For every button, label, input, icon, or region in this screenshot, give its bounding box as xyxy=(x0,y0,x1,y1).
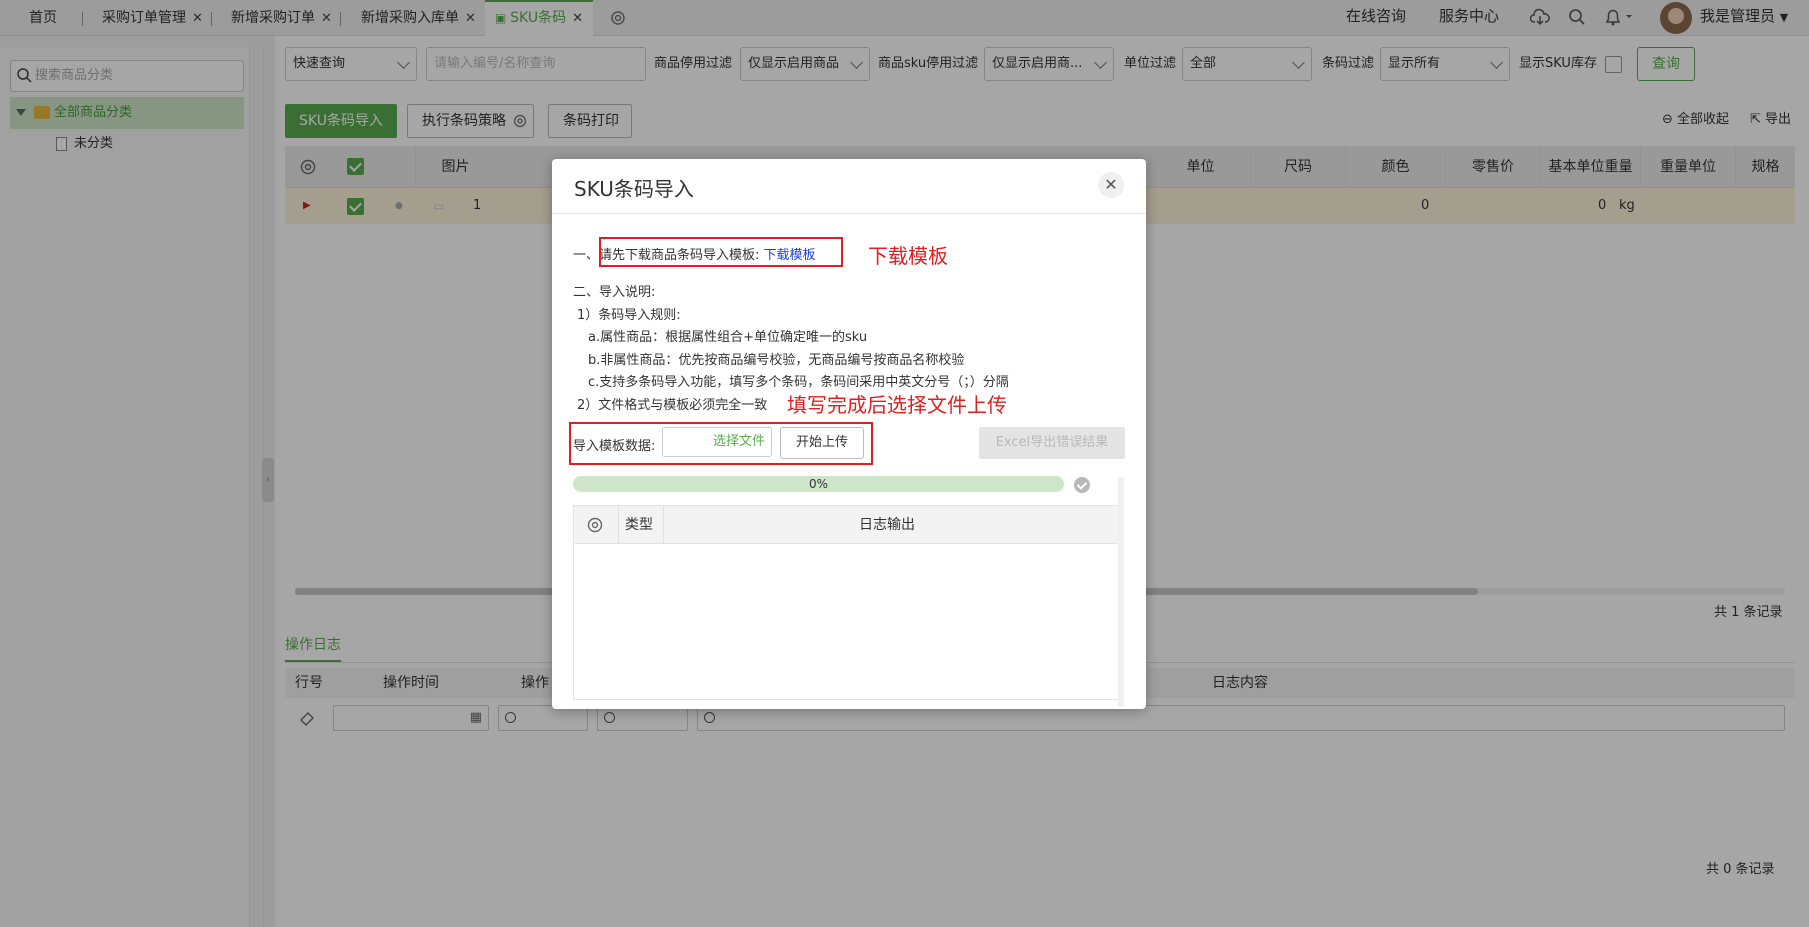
annotation-box-download xyxy=(599,237,843,267)
upload-progress-bar: 0% xyxy=(573,476,1064,492)
annotation-download: 下载模板 xyxy=(868,244,948,268)
rule1-title: 1）条码导入规则: xyxy=(577,308,681,323)
sku-barcode-import-dialog: SKU条码导入 ✕ 一、 请先下载商品条码导入模板: 下载模板 下载模板 二、导… xyxy=(552,159,1146,709)
close-button[interactable]: ✕ xyxy=(1098,172,1124,198)
divider xyxy=(618,506,619,544)
col-type: 类型 xyxy=(625,517,653,533)
annotation-box-upload xyxy=(569,422,873,465)
annotation-upload: 填写完成后选择文件上传 xyxy=(787,393,1007,417)
step2-title: 二、导入说明: xyxy=(573,285,656,300)
col-log-output: 日志输出 xyxy=(859,517,915,533)
divider xyxy=(663,506,664,544)
divider xyxy=(552,213,1146,214)
dialog-title: SKU条码导入 xyxy=(574,177,694,201)
log-table-header: 类型 日志输出 xyxy=(574,506,1118,544)
gear-icon[interactable] xyxy=(586,516,604,534)
rule-a: a.属性商品：根据属性组合+单位确定唯一的sku xyxy=(588,330,868,345)
import-log-table: 类型 日志输出 xyxy=(573,505,1119,700)
rule-c: c.支持多条码导入功能，填写多个条码，条码间采用中英文分号（；）分隔 xyxy=(588,375,1009,390)
log-scrollbar[interactable] xyxy=(1118,477,1124,707)
progress-text: 0% xyxy=(808,477,829,491)
step1-prefix: 一、 xyxy=(573,248,600,263)
excel-export-errors-button[interactable]: Excel导出错误结果 xyxy=(979,427,1125,459)
rule2: 2）文件格式与模板必须完全一致 xyxy=(577,398,768,413)
rule-b: b.非属性商品：优先按商品编号校验，无商品编号按商品名称校验 xyxy=(588,353,965,368)
close-icon: ✕ xyxy=(1104,175,1118,194)
check-circle-icon xyxy=(1074,477,1090,493)
